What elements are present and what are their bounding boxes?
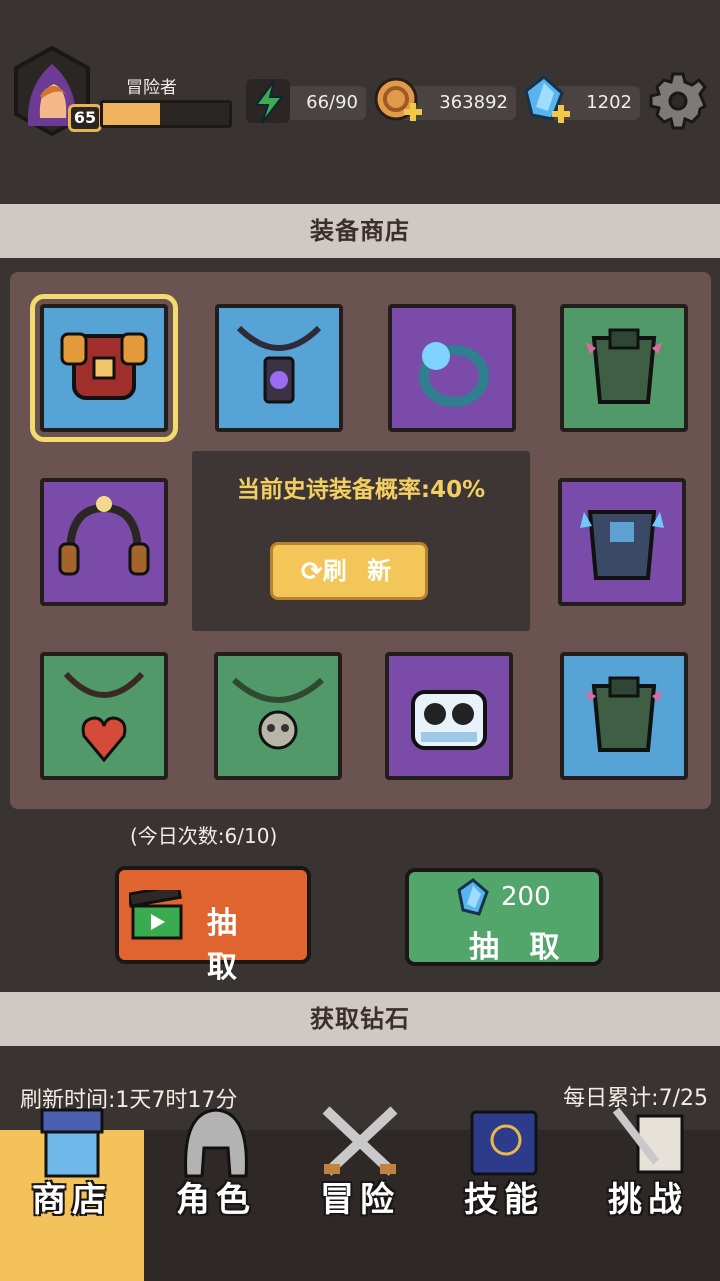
blue-gem-icon[interactable] bbox=[522, 75, 572, 127]
purple-lantern-amulet-icon bbox=[236, 325, 322, 404]
nav-tab[interactable]: 挑战 bbox=[576, 1107, 720, 1281]
shop-item-slot[interactable] bbox=[40, 652, 168, 780]
player-name: 冒险者 bbox=[126, 78, 177, 98]
player-level-badge: 65 bbox=[68, 104, 102, 132]
nav-tab-label: 挑战 bbox=[608, 1180, 688, 1220]
spiked-green-armor-icon bbox=[586, 676, 662, 752]
shop-item-slot[interactable] bbox=[388, 304, 516, 432]
spiked-green-armor-icon bbox=[586, 328, 662, 404]
skull-tooth-necklace-icon bbox=[231, 677, 325, 750]
orange-chest-armor-icon bbox=[60, 332, 148, 400]
nav-tab[interactable]: 角色 bbox=[144, 1108, 288, 1281]
lightning-icon[interactable] bbox=[244, 75, 294, 127]
nav-tab-label: 冒险 bbox=[320, 1180, 400, 1220]
gems-title-banner: 获取钻石 bbox=[0, 992, 720, 1046]
blue-ring-icon bbox=[419, 342, 489, 407]
sword-scroll-icon bbox=[598, 1102, 698, 1182]
nav-tab-label: 角色 bbox=[176, 1180, 256, 1220]
shop-item-slot[interactable] bbox=[40, 478, 168, 606]
refresh-button[interactable]: ⟳刷 新 bbox=[270, 542, 428, 600]
xp-bar-fill bbox=[103, 103, 160, 125]
daily-draw-count: (今日次数:6/10) bbox=[130, 824, 278, 848]
red-heart-necklace-icon bbox=[63, 671, 145, 763]
shop-item-slot[interactable] bbox=[215, 304, 343, 432]
gem-draw-button[interactable]: 200 抽 取 bbox=[405, 868, 603, 966]
crossed-swords-icon bbox=[310, 1102, 410, 1182]
spellbook-icon bbox=[454, 1102, 554, 1182]
shop-item-slot[interactable] bbox=[560, 652, 688, 780]
refresh-icon: ⟳ bbox=[300, 557, 323, 587]
gear-icon[interactable] bbox=[648, 70, 708, 132]
shop-item-slot[interactable] bbox=[214, 652, 342, 780]
headphones-icon bbox=[58, 496, 150, 576]
shop-title-banner: 装备商店 bbox=[0, 204, 720, 258]
shop-item-slot[interactable] bbox=[560, 304, 688, 432]
free-draw-button[interactable]: 抽 取 bbox=[115, 866, 311, 985]
gem-draw-cost: 200 bbox=[501, 882, 551, 912]
free-draw-label: 抽 取 bbox=[207, 906, 247, 985]
refresh-label: 刷 新 bbox=[322, 557, 398, 585]
helmet-icon bbox=[166, 1102, 266, 1182]
shop-item-slot[interactable] bbox=[30, 294, 178, 442]
gem-draw-label: 抽 取 bbox=[469, 930, 570, 965]
shop-stall-icon bbox=[22, 1102, 122, 1182]
nav-tab-label: 商店 bbox=[32, 1180, 112, 1220]
shop-item-slot[interactable] bbox=[558, 478, 686, 606]
ice-crystal-armor-icon bbox=[580, 510, 664, 580]
nav-tab-label: 技能 bbox=[464, 1180, 544, 1220]
epic-rate-text: 当前史诗装备概率:40% bbox=[236, 477, 486, 503]
nav-tab[interactable]: 技能 bbox=[432, 1110, 576, 1281]
nav-tab[interactable]: 商店 bbox=[0, 1108, 144, 1281]
video-clapper-icon bbox=[127, 883, 185, 942]
blue-gem-icon bbox=[455, 878, 491, 918]
nav-tab[interactable]: 冒险 bbox=[288, 1106, 432, 1281]
xp-bar bbox=[100, 100, 232, 128]
shop-item-slot[interactable] bbox=[385, 652, 513, 780]
gold-coin-icon[interactable] bbox=[374, 75, 424, 127]
ice-goggle-helmet-icon bbox=[411, 690, 487, 750]
